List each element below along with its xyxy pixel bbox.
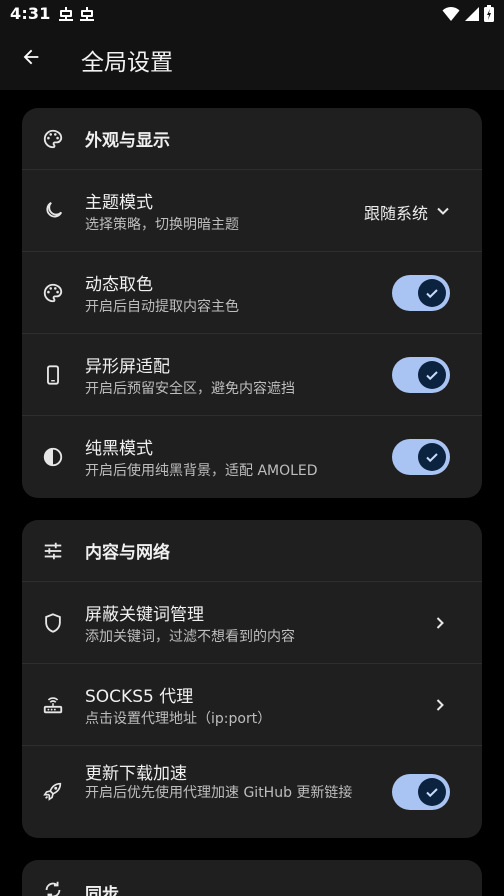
section-title: 外观与显示: [85, 131, 170, 151]
bug-icon: [58, 6, 74, 22]
row-title: 动态取色: [85, 275, 153, 295]
row-subtitle: 添加关键词，过滤不想看到的内容: [85, 629, 295, 645]
row-title: 更新下载加速: [85, 764, 187, 784]
section-title: 同步: [85, 885, 119, 896]
shield-icon: [41, 611, 65, 635]
status-time: 4:31: [10, 4, 51, 23]
setting-row-pure-black[interactable]: 纯黑模式 开启后使用纯黑背景，适配 AMOLED: [22, 416, 482, 498]
rocket-icon: [41, 779, 65, 803]
page-title: 全局设置: [81, 50, 173, 76]
check-icon: [418, 443, 446, 471]
row-title: SOCKS5 代理: [85, 687, 194, 707]
section-header: 同步: [22, 860, 482, 896]
chevron-down-icon: [436, 203, 450, 222]
check-icon: [418, 361, 446, 389]
contrast-icon: [41, 445, 65, 469]
section-title: 内容与网络: [85, 543, 170, 563]
row-subtitle: 开启后自动提取内容主色: [85, 299, 239, 315]
dropdown-value: 跟随系统: [363, 204, 428, 223]
arrow-back-icon: [20, 46, 42, 72]
row-title: 屏蔽关键词管理: [85, 605, 204, 625]
row-subtitle: 开启后优先使用代理加速 GitHub 更新链接: [85, 785, 353, 801]
palette-icon: [41, 127, 65, 151]
setting-row-socks5-proxy[interactable]: SOCKS5 代理 点击设置代理地址（ip:port）: [22, 664, 482, 746]
setting-row-theme-mode[interactable]: 主题模式 选择策略，切换明暗主题 跟随系统: [22, 170, 482, 252]
signal-icon: [464, 6, 480, 26]
phone-icon: [41, 363, 65, 387]
row-title: 主题模式: [85, 193, 153, 213]
row-title: 纯黑模式: [85, 439, 153, 459]
bug-icon: [79, 6, 95, 22]
section-header: 外观与显示: [22, 108, 482, 170]
app-bar: 全局设置: [0, 28, 504, 90]
row-subtitle: 选择策略，切换明暗主题: [85, 217, 239, 233]
check-icon: [418, 778, 446, 806]
update-accelerate-toggle[interactable]: [392, 774, 450, 810]
setting-row-dynamic-color[interactable]: 动态取色 开启后自动提取内容主色: [22, 252, 482, 334]
dynamic-color-toggle[interactable]: [392, 275, 450, 311]
chevron-right-icon: [430, 613, 450, 633]
theme-mode-dropdown[interactable]: 跟随系统: [364, 200, 450, 224]
battery-icon: [484, 5, 494, 26]
section-sync: 同步: [22, 860, 482, 896]
moon-icon: [41, 199, 65, 223]
setting-row-blocked-keywords[interactable]: 屏蔽关键词管理 添加关键词，过滤不想看到的内容: [22, 582, 482, 664]
row-subtitle: 开启后使用纯黑背景，适配 AMOLED: [85, 463, 318, 479]
section-appearance: 外观与显示 主题模式 选择策略，切换明暗主题 跟随系统 动态取色 开启后自动提取…: [22, 108, 482, 498]
chevron-right-icon: [430, 695, 450, 715]
section-content-network: 内容与网络 屏蔽关键词管理 添加关键词，过滤不想看到的内容 SOCKS5 代理 …: [22, 520, 482, 838]
status-bar: 4:31: [0, 0, 504, 28]
back-button[interactable]: [14, 42, 48, 76]
tune-icon: [41, 539, 65, 563]
pure-black-toggle[interactable]: [392, 439, 450, 475]
router-icon: [41, 693, 65, 717]
cutout-adapt-toggle[interactable]: [392, 357, 450, 393]
row-title: 异形屏适配: [85, 357, 170, 377]
wifi-icon: [442, 6, 460, 26]
palette-icon: [41, 281, 65, 305]
sync-icon: [41, 878, 65, 896]
setting-row-cutout-adapt[interactable]: 异形屏适配 开启后预留安全区，避免内容遮挡: [22, 334, 482, 416]
check-icon: [418, 279, 446, 307]
section-header: 内容与网络: [22, 520, 482, 582]
setting-row-update-accelerate[interactable]: 更新下载加速 开启后优先使用代理加速 GitHub 更新链接: [22, 746, 482, 838]
row-subtitle: 开启后预留安全区，避免内容遮挡: [85, 381, 295, 397]
row-subtitle: 点击设置代理地址（ip:port）: [85, 711, 272, 727]
